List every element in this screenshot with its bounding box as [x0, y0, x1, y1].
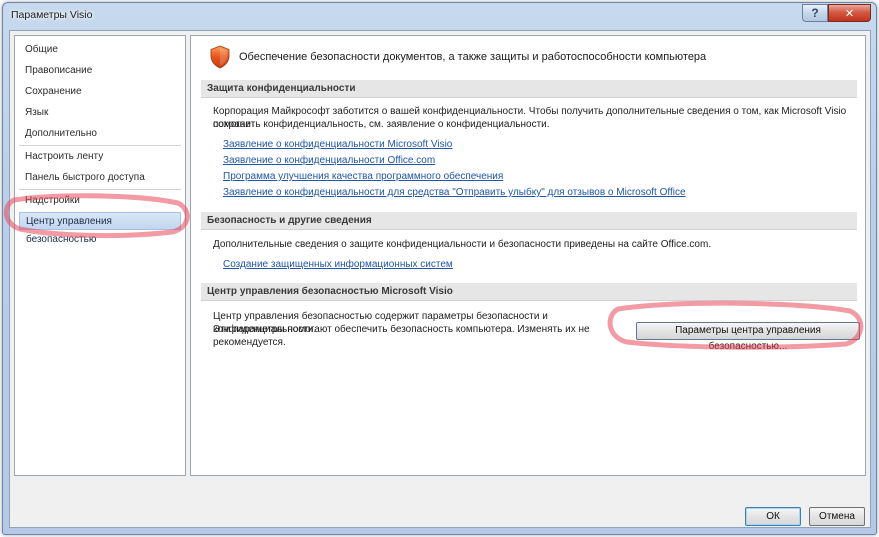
- window-title: Параметры Visio: [11, 9, 93, 21]
- panel-header: Обеспечение безопасности документов, а т…: [209, 44, 706, 70]
- section-privacy-header: Защита конфиденциальности: [201, 80, 857, 98]
- nav-item-proofing[interactable]: Правописание: [19, 62, 181, 80]
- dialog-body: Общие Правописание Сохранение Язык Допол…: [9, 30, 871, 528]
- nav-item-trust-center[interactable]: Центр управления безопасностью: [19, 212, 181, 245]
- privacy-text-line: сохранить конфиденциальность, см. заявле…: [213, 119, 550, 130]
- nav-item-customize-ribbon[interactable]: Настроить ленту: [19, 148, 181, 166]
- trust-center-text-line: рекомендуется.: [213, 337, 286, 348]
- security-text: Дополнительные сведения о защите конфиде…: [213, 239, 712, 250]
- section-security-header: Безопасность и другие сведения: [201, 212, 857, 230]
- shield-icon: [210, 45, 230, 69]
- link-ceip[interactable]: Программа улучшения качества программног…: [223, 170, 503, 183]
- ok-button[interactable]: ОК: [745, 507, 801, 526]
- nav-item-general[interactable]: Общие: [19, 41, 181, 59]
- link-send-a-smile-privacy[interactable]: Заявление о конфиденциальности для средс…: [223, 186, 686, 199]
- title-bar[interactable]: Параметры Visio ? ✕: [3, 3, 876, 27]
- nav-item-language[interactable]: Язык: [19, 104, 181, 122]
- trust-center-panel: Обеспечение безопасности документов, а т…: [190, 35, 866, 476]
- panel-header-text: Обеспечение безопасности документов, а т…: [239, 51, 707, 63]
- link-office-com-privacy[interactable]: Заявление о конфиденциальности Office.co…: [223, 154, 435, 167]
- nav-item-quick-access-toolbar[interactable]: Панель быстрого доступа: [19, 169, 181, 187]
- nav-divider: [19, 189, 181, 190]
- nav-item-advanced[interactable]: Дополнительно: [19, 125, 181, 143]
- section-trust-center-header: Центр управления безопасностью Microsoft…: [201, 283, 857, 301]
- nav-divider: [19, 145, 181, 146]
- close-button[interactable]: ✕: [828, 4, 871, 22]
- category-nav: Общие Правописание Сохранение Язык Допол…: [14, 35, 186, 476]
- trust-center-settings-button[interactable]: Параметры центра управления безопасность…: [636, 322, 860, 352]
- close-icon: ✕: [844, 7, 855, 20]
- link-trustworthy-computing[interactable]: Создание защищенных информационных систе…: [223, 258, 453, 271]
- cancel-button[interactable]: Отмена: [809, 507, 865, 526]
- help-icon: ?: [811, 6, 819, 20]
- nav-item-save[interactable]: Сохранение: [19, 83, 181, 101]
- help-button[interactable]: ?: [802, 4, 828, 22]
- trust-center-text-line: Эти параметры помогают обеспечить безопа…: [213, 324, 590, 335]
- link-visio-privacy-statement[interactable]: Заявление о конфиденциальности Microsoft…: [223, 138, 452, 151]
- options-dialog: Параметры Visio ? ✕ Общие Правописание С…: [2, 2, 877, 535]
- nav-item-add-ins[interactable]: Надстройки: [19, 192, 181, 210]
